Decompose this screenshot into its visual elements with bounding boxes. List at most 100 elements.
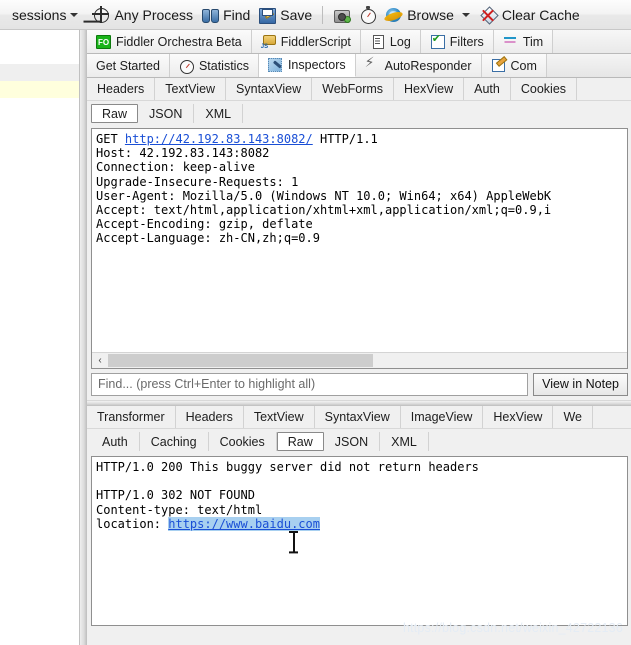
main-toolbar: sessions Any Process Find Save Browse Cl… — [0, 0, 631, 30]
browse-chevron-down-icon[interactable] — [461, 12, 470, 17]
view-in-notepad-button[interactable]: View in Notep — [533, 372, 628, 396]
clear-cache-icon — [480, 6, 498, 24]
tab-label: Tim — [522, 34, 544, 49]
response-tab-cookies[interactable]: Cookies — [209, 432, 277, 451]
response-tab-hexview[interactable]: HexView — [483, 406, 554, 428]
any-process-label: Any Process — [114, 6, 194, 23]
response-tab-textview[interactable]: TextView — [244, 406, 315, 428]
tab-log[interactable]: Log — [360, 30, 421, 53]
response-tab-imageview[interactable]: ImageView — [401, 406, 484, 428]
request-raw-pane[interactable]: GET http://42.192.83.143:8082/ HTTP/1.1 … — [91, 128, 628, 369]
response-tab-transformer[interactable]: Transformer — [87, 406, 176, 428]
request-raw-text[interactable]: GET http://42.192.83.143:8082/ HTTP/1.1 … — [92, 129, 627, 246]
tabstrip-secondary: Get Started Statistics Inspectors AutoRe… — [87, 54, 631, 78]
tab-label: Get Started — [96, 58, 160, 73]
request-tab-hexview[interactable]: HexView — [394, 78, 465, 100]
tab-fiddlerscript[interactable]: FiddlerScript — [251, 30, 361, 53]
tab-label: Cookies — [219, 434, 265, 449]
response-tab-caching[interactable]: Caching — [140, 432, 209, 451]
request-tab-xml[interactable]: XML — [194, 104, 244, 123]
tab-label: HexView — [404, 82, 454, 96]
sessions-menu-button[interactable]: sessions — [4, 2, 88, 28]
response-tab-auth[interactable]: Auth — [91, 432, 140, 451]
browse-button[interactable]: Browse — [381, 2, 458, 28]
binoculars-icon — [201, 6, 220, 24]
clear-cache-button[interactable]: Clear Cache — [476, 2, 584, 28]
chevron-left-icon[interactable]: ‹ — [92, 353, 108, 368]
tab-label: JSON — [149, 106, 183, 121]
chevron-down-icon[interactable] — [70, 12, 79, 17]
response-tab-xml[interactable]: XML — [380, 432, 429, 451]
response-raw-pane[interactable]: HTTP/1.0 200 This buggy server did not r… — [91, 456, 628, 626]
tab-timeline[interactable]: Tim — [493, 30, 554, 53]
response-tab-webview[interactable]: We — [553, 406, 593, 428]
list-empty-area[interactable] — [0, 98, 79, 645]
timer-button[interactable] — [355, 2, 381, 28]
tab-label: Raw — [287, 434, 313, 449]
request-tab-webforms[interactable]: WebForms — [312, 78, 395, 100]
response-format-tabs: Auth Caching Cookies Raw JSON XML — [87, 429, 631, 454]
scrollbar-track[interactable] — [108, 353, 627, 368]
request-line-2: Connection: keep-alive — [96, 160, 255, 175]
find-button[interactable]: Find — [197, 2, 254, 28]
screenshot-button[interactable] — [329, 2, 355, 28]
request-tab-textview[interactable]: TextView — [155, 78, 227, 100]
response-location-link[interactable]: https://www.baidu.com — [168, 516, 320, 531]
tab-label: XML — [205, 106, 232, 121]
scrollbar-thumb[interactable] — [108, 354, 373, 367]
request-tab-headers[interactable]: Headers — [87, 78, 156, 100]
tab-label: Raw — [102, 106, 128, 121]
any-process-button[interactable]: Any Process — [88, 2, 197, 28]
tab-filters[interactable]: Filters — [420, 30, 494, 53]
request-line-0-prefix: GET — [96, 132, 125, 146]
session-list[interactable] — [0, 30, 80, 645]
tab-label: Auth — [474, 82, 500, 96]
tab-label: Transformer — [97, 410, 165, 424]
find-input[interactable]: Find... (press Ctrl+Enter to highlight a… — [91, 372, 529, 396]
response-line-3: Content-type: text/html — [96, 502, 263, 517]
tab-inspectors[interactable]: Inspectors — [258, 54, 356, 77]
request-url-link[interactable]: http://42.192.83.143:8082/ — [125, 132, 313, 146]
save-button[interactable]: Save — [254, 2, 316, 28]
statistics-icon — [179, 58, 194, 74]
tab-get-started[interactable]: Get Started — [87, 54, 170, 77]
log-icon — [370, 34, 385, 49]
response-tab-json[interactable]: JSON — [324, 432, 381, 451]
request-tab-syntaxview[interactable]: SyntaxView — [226, 78, 313, 100]
toolbar-separator — [322, 5, 324, 24]
request-tab-raw[interactable]: Raw — [91, 104, 139, 123]
list-item[interactable] — [0, 64, 79, 81]
request-line-5: Accept: text/html,application/xhtml+xml,… — [96, 203, 552, 218]
fiddlerscript-icon — [261, 34, 276, 50]
list-item[interactable] — [0, 47, 79, 64]
tab-label: ImageView — [410, 410, 473, 424]
request-line-3: Upgrade-Insecure-Requests: 1 — [96, 174, 299, 189]
request-tab-cookies[interactable]: Cookies — [511, 78, 578, 100]
tab-autoresponder[interactable]: AutoResponder — [355, 54, 482, 77]
response-tab-raw[interactable]: Raw — [276, 432, 324, 451]
tab-label: JSON — [334, 434, 369, 449]
tab-label: Log — [389, 34, 411, 49]
tab-label: We — [563, 410, 582, 424]
vertical-splitter[interactable] — [80, 30, 87, 645]
tab-label: FiddlerScript — [280, 34, 351, 49]
request-tab-json[interactable]: JSON — [138, 104, 195, 123]
request-horizontal-scrollbar[interactable]: ‹ — [92, 352, 627, 368]
request-format-tabs-spacer — [243, 104, 631, 123]
tab-label: Filters — [449, 34, 484, 49]
camera-icon — [333, 6, 352, 24]
response-tab-headers[interactable]: Headers — [176, 406, 244, 428]
list-item[interactable] — [0, 30, 79, 47]
internet-explorer-icon — [385, 6, 403, 24]
request-line-4: User-Agent: Mozilla/5.0 (Windows NT 10.0… — [96, 188, 552, 203]
response-raw-text[interactable]: HTTP/1.0 200 This buggy server did not r… — [92, 457, 627, 531]
tab-statistics[interactable]: Statistics — [169, 54, 259, 77]
tab-label: Cookies — [520, 82, 567, 96]
list-item-selected[interactable] — [0, 81, 79, 98]
request-tab-auth[interactable]: Auth — [464, 78, 511, 100]
response-format-tabs-spacer — [429, 432, 631, 451]
tab-label: Auth — [102, 434, 128, 449]
tab-composer[interactable]: Com — [481, 54, 547, 77]
tab-fiddler-orchestra-beta[interactable]: FO Fiddler Orchestra Beta — [87, 30, 252, 53]
response-tab-syntaxview[interactable]: SyntaxView — [315, 406, 401, 428]
